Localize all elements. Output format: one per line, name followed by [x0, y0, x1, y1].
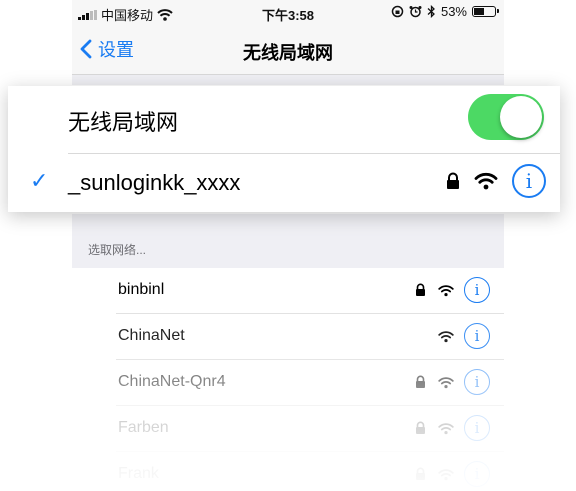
phone-screen: 中国移动 下午3:58 53% 设置 无线局域网 选取网络... binbinl… — [72, 0, 504, 491]
network-list: binbinl i ChinaNet i ChinaNet-Qnr4 i Farben i Fr… — [72, 268, 504, 491]
connected-ssid: _sunloginkk_xxxx — [68, 170, 241, 195]
network-name: binbinl — [118, 281, 165, 298]
lock-icon — [412, 421, 428, 435]
network-name: Farben — [118, 419, 169, 436]
wifi-icon — [438, 329, 454, 344]
wifi-icon — [438, 467, 454, 482]
network-row[interactable]: Farben i — [116, 406, 504, 452]
lock-icon — [412, 375, 428, 389]
info-icon[interactable]: i — [464, 277, 490, 303]
connected-network-row[interactable]: ✓ _sunloginkk_xxxx i — [8, 154, 560, 212]
info-icon[interactable]: i — [464, 461, 490, 487]
choose-network-label: 选取网络... — [88, 243, 147, 257]
status-bar: 中国移动 下午3:58 53% — [72, 0, 504, 26]
alarm-icon — [409, 6, 422, 18]
info-icon[interactable]: i — [464, 415, 490, 441]
wifi-icon — [438, 421, 454, 436]
wifi-toggle-label: 无线局域网 — [68, 110, 179, 135]
section-gap — [72, 75, 504, 85]
lock-icon — [412, 283, 428, 297]
network-name: ChinaNet-Qnr4 — [118, 373, 226, 390]
checkmark-icon: ✓ — [30, 168, 49, 193]
info-icon[interactable]: i — [464, 369, 490, 395]
highlight-card: 无线局域网 ✓ _sunloginkk_xxxx i — [8, 86, 560, 212]
choose-network-header: 选取网络... — [72, 214, 504, 268]
wifi-icon — [474, 172, 498, 190]
navigation-bar: 设置 无线局域网 — [72, 26, 504, 75]
wifi-icon — [438, 283, 454, 298]
network-row[interactable]: ChinaNet i — [116, 314, 504, 360]
page-title: 无线局域网 — [243, 43, 333, 63]
network-row[interactable]: binbinl i — [116, 268, 504, 314]
rotation-lock-icon — [391, 5, 404, 18]
network-name: ChinaNet — [118, 327, 185, 344]
wifi-toggle-switch[interactable] — [468, 94, 544, 140]
battery-icon — [472, 6, 499, 17]
network-row[interactable]: Frank i — [116, 452, 504, 491]
lock-icon — [447, 172, 459, 189]
info-icon[interactable]: i — [464, 323, 490, 349]
network-name: Frank — [118, 465, 159, 482]
network-row[interactable]: ChinaNet-Qnr4 i — [116, 360, 504, 406]
info-icon[interactable]: i — [512, 164, 546, 198]
wifi-toggle-row: 无线局域网 — [8, 86, 560, 153]
battery-percent: 53% — [440, 4, 467, 19]
wifi-icon — [438, 375, 454, 390]
toggle-knob — [500, 96, 542, 138]
lock-icon — [412, 467, 428, 481]
bluetooth-icon — [427, 5, 435, 18]
